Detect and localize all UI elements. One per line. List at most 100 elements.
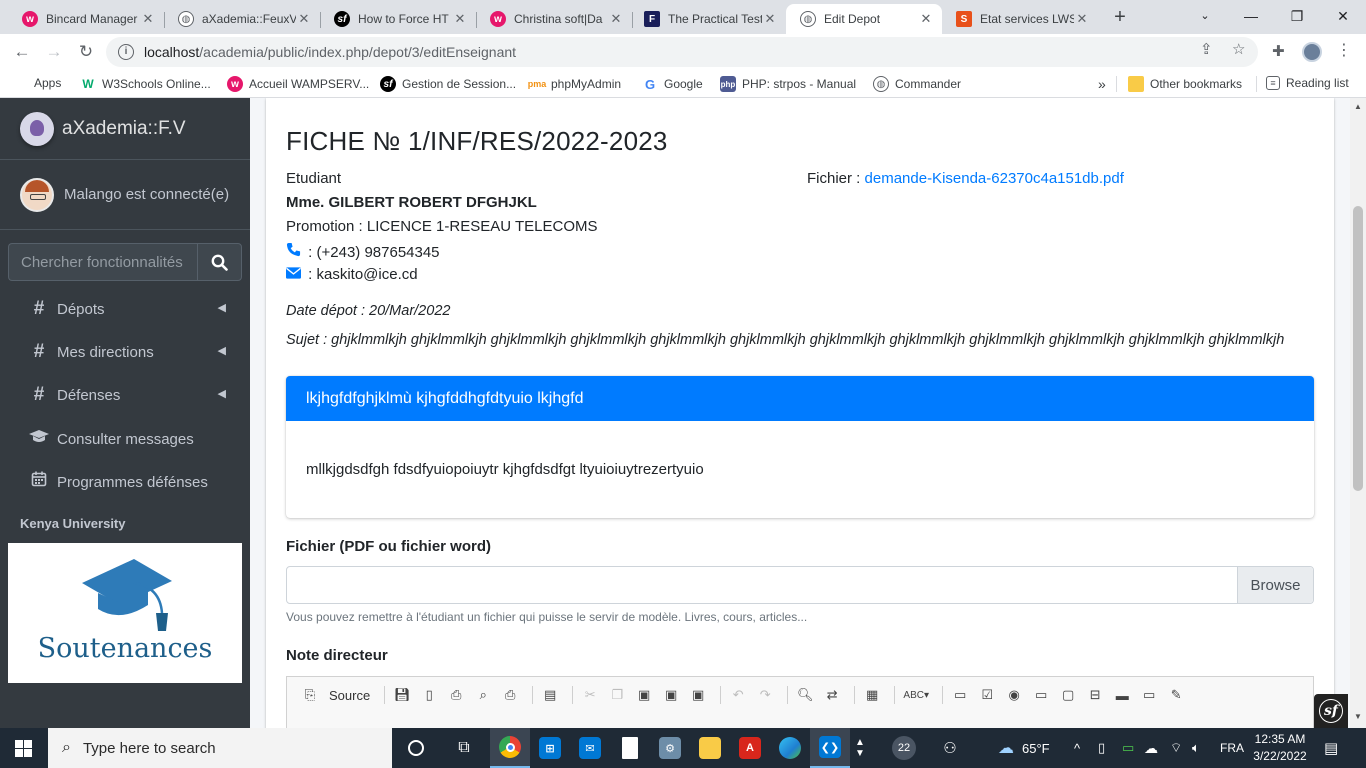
paste-word-icon[interactable]: ▣ [687,684,709,706]
weather-widget[interactable]: ☁ 65°F [998,728,1050,768]
notifications-icon[interactable]: ▤ [1324,728,1338,768]
hidden-field-icon[interactable]: ✎ [1165,684,1187,706]
search-button[interactable] [197,243,242,281]
tab-practical-test[interactable]: F The Practical Test ✕ [630,4,786,34]
network-status-icon[interactable]: ▯ [1098,728,1105,768]
export-pdf-icon[interactable]: ⎙ [445,684,467,706]
brand-link[interactable]: aXademia::F.V [0,98,250,160]
spellcheck-icon[interactable]: ABC▾ [901,684,931,706]
sidebar-item-mes-directions[interactable]: # Mes directions ◀ [8,332,242,372]
menu-kebab-icon[interactable]: ⋮ [1336,40,1352,60]
fichier-download-link[interactable]: demande-Kisenda-62370c4a151db.pdf [865,170,1124,187]
user-panel[interactable]: Malango est connecté(e) [0,160,250,230]
computer-management-icon[interactable]: ⚙ [650,728,690,768]
close-tab-icon[interactable]: ✕ [140,11,156,27]
paste-icon[interactable]: ▣ [633,684,655,706]
undo-icon[interactable]: ↶ [727,684,749,706]
preview-icon[interactable]: ⌕ [472,684,494,706]
bookmark-wampserver[interactable]: w Accueil WAMPSERV... [227,76,369,92]
paste-text-icon[interactable]: ▣ [660,684,682,706]
bookmark-phpmyadmin[interactable]: pma phpMyAdmin [528,76,621,92]
replace-icon[interactable]: ⇄ [821,684,843,706]
vscode-icon[interactable]: ❮❯ [810,728,850,768]
scroll-down-arrow-icon[interactable]: ▼ [1354,712,1362,721]
reading-list[interactable]: ≡ Reading list [1266,76,1349,90]
close-tab-icon[interactable]: ✕ [1074,11,1090,27]
minimize-button[interactable]: — [1228,0,1274,34]
tab-bincard-manager[interactable]: w Bincard Manager ✕ [8,4,164,34]
bookmark-apps[interactable]: Apps [14,76,61,90]
microsoft-store-icon[interactable]: ⊞ [530,728,570,768]
wifi-icon[interactable]: ⌔ [1170,728,1182,768]
extensions-puzzle-icon[interactable]: ✚ [1272,42,1285,60]
cortana-icon[interactable] [396,728,436,768]
chrome-taskbar-icon[interactable] [490,728,530,768]
sidebar-item-consulter-messages[interactable]: Consulter messages [8,419,242,459]
other-bookmarks-folder[interactable]: Other bookmarks [1128,76,1242,92]
source-button-label[interactable]: Source [329,688,370,703]
close-tab-icon[interactable]: ✕ [452,11,468,27]
tab-etat-services-lws[interactable]: S Etat services LWS ✕ [942,4,1098,34]
symfony-toolbar-toggle[interactable]: sf [1314,694,1348,728]
sidebar-item-defenses[interactable]: # Défenses ◀ [8,375,242,415]
new-page-icon[interactable]: ▯ [418,684,440,706]
people-icon[interactable]: ⚇ [930,728,970,768]
sidebar-item-depots[interactable]: # Dépots ◀ [8,289,242,329]
file-upload-input[interactable]: Browse [286,566,1314,604]
taskbar-scroll-arrows[interactable]: ▲ ▼ [850,728,870,768]
select-field-icon[interactable]: ⊟ [1084,684,1106,706]
task-view-icon[interactable]: ⧉ [444,728,484,768]
tab-how-to-force-https[interactable]: sf How to Force HT ✕ [320,4,476,34]
scrollbar-thumb[interactable] [1353,206,1363,491]
print-icon[interactable]: ⎙ [499,684,521,706]
taskbar-search-box[interactable]: ⌕ Type here to search [48,728,392,768]
share-icon[interactable]: ⇪ [1200,40,1213,58]
tab-edit-depot[interactable]: ◍ Edit Depot ✕ [786,4,942,34]
language-indicator[interactable]: FRA [1220,728,1244,768]
file-explorer-icon[interactable] [690,728,730,768]
bookmark-commander[interactable]: ◍ Commander [873,76,961,92]
volume-icon[interactable]: 🔈︎ [1192,728,1200,768]
close-tab-icon[interactable]: ✕ [608,11,624,27]
new-tab-button[interactable]: + [1108,6,1132,30]
redo-icon[interactable]: ↷ [754,684,776,706]
checkbox-icon[interactable]: ☑ [976,684,998,706]
source-icon[interactable]: ⎘ [299,684,321,706]
site-info-icon[interactable]: i [118,44,134,60]
restore-button[interactable]: ❐ [1274,0,1320,34]
textfield-icon[interactable]: ▭ [1030,684,1052,706]
profile-avatar[interactable] [1302,42,1322,62]
address-bar[interactable]: i localhost/academia/public/index.php/de… [106,37,1258,67]
form-icon[interactable]: ▭ [949,684,971,706]
search-input[interactable]: Chercher fonctionnalités [8,243,197,281]
close-tab-icon[interactable]: ✕ [296,11,312,27]
onedrive-cloud-icon[interactable]: ☁ [1144,728,1158,768]
reload-icon[interactable]: ↻ [74,40,98,64]
tab-axademia-feuxv[interactable]: ◍ aXademia::FeuxV ✕ [164,4,320,34]
bookmark-w3schools[interactable]: W W3Schools Online... [80,76,210,92]
sidebar-item-programmes-defenses[interactable]: Programmes défénses [8,462,242,502]
edge-icon[interactable] [770,728,810,768]
widgets-badge[interactable]: 22 [884,728,924,768]
scroll-up-arrow-icon[interactable]: ▲ [1354,102,1362,111]
tab-christina-soft[interactable]: w Christina soft|Da ✕ [476,4,632,34]
image-button-icon[interactable]: ▭ [1138,684,1160,706]
bookmark-star-icon[interactable]: ☆ [1232,40,1245,58]
acrobat-reader-icon[interactable]: A [730,728,770,768]
browse-button[interactable]: Browse [1237,567,1313,603]
cut-icon[interactable]: ✂ [579,684,601,706]
button-field-icon[interactable]: ▬ [1111,684,1133,706]
notepad-icon[interactable] [610,728,650,768]
find-icon[interactable]: 🔍︎ [794,684,816,706]
page-scrollbar[interactable]: ▲ ▼ [1350,98,1366,728]
back-arrow-icon[interactable]: ← [10,40,34,64]
mail-icon[interactable]: ✉ [570,728,610,768]
battery-icon[interactable]: ▭ [1122,728,1134,768]
textarea-icon[interactable]: ▢ [1057,684,1079,706]
save-icon[interactable]: 💾︎ [391,684,413,706]
tray-chevron-up-icon[interactable]: ^ [1074,728,1080,768]
copy-icon[interactable]: ❐ [606,684,628,706]
radio-icon[interactable]: ◉ [1003,684,1025,706]
bookmark-php-manual[interactable]: php PHP: strpos - Manual [720,76,856,92]
templates-icon[interactable]: ▤ [539,684,561,706]
